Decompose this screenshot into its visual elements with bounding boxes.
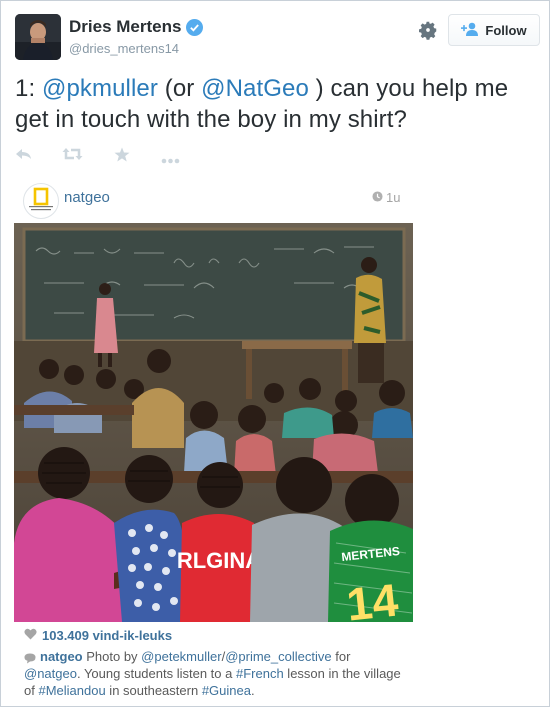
embed-time-text: 1u — [386, 190, 401, 205]
author-name[interactable]: Dries Mertens — [69, 17, 204, 37]
avatar[interactable] — [15, 14, 61, 60]
jersey-text-number: 14 — [344, 574, 401, 622]
likes-text[interactable]: 103.409 vind-ik-leuks — [42, 628, 172, 643]
tweet-card: Dries Mertens @dries_mertens14 Follow 1:… — [0, 0, 550, 707]
embed-photo[interactable]: RLGINA MERTENS 14 — [14, 223, 413, 622]
embed-time: 1u — [372, 190, 400, 205]
tweet-text: 1: @pkmuller (or @NatGeo ) can you help … — [15, 73, 540, 135]
caption-link[interactable]: #Guinea — [202, 683, 251, 698]
caption-text-segment: . Young students listen to a — [76, 666, 236, 681]
caption-text-segment: Photo by — [82, 649, 142, 664]
jersey-text-red: RLGINA — [177, 548, 261, 573]
favorite-icon[interactable] — [114, 147, 130, 167]
heart-icon — [24, 628, 37, 643]
caption-link[interactable]: @prime_collective — [225, 649, 331, 664]
retweet-icon[interactable] — [62, 147, 83, 166]
mention-link[interactable]: @NatGeo — [201, 75, 309, 102]
reply-icon[interactable] — [15, 147, 32, 166]
caption-link[interactable]: @petekmuller — [141, 649, 221, 664]
embed-caption: natgeo Photo by @petekmuller/@prime_coll… — [24, 648, 408, 699]
add-user-icon — [461, 22, 479, 39]
tweet-text-segment: (or — [157, 75, 202, 102]
caption-text-segment: . — [250, 683, 255, 698]
caption-link[interactable]: @natgeo — [24, 666, 77, 681]
natgeo-logo[interactable] — [23, 183, 59, 219]
instagram-embed[interactable]: natgeo 1u RLGINA MERTENS 14 103.409 vind… — [14, 177, 413, 702]
caption-text-segment: for — [331, 649, 351, 664]
follow-button[interactable]: Follow — [448, 14, 540, 46]
clock-icon — [372, 190, 383, 205]
tweet-text-segment: 1: — [15, 75, 42, 102]
caption-text-segment: in southeastern — [105, 683, 202, 698]
embed-username[interactable]: natgeo — [64, 189, 110, 206]
follow-label: Follow — [485, 22, 527, 38]
gear-icon[interactable] — [417, 19, 439, 41]
likes-count[interactable]: 103.409 vind-ik-leuks — [24, 628, 172, 643]
caption-link[interactable]: #Meliandou — [38, 683, 105, 698]
author-handle[interactable]: @dries_mertens14 — [69, 41, 179, 56]
caption-link[interactable]: #French — [236, 666, 284, 681]
caption-username[interactable]: natgeo — [40, 649, 83, 664]
verified-badge-icon — [186, 18, 204, 36]
author-name-text[interactable]: Dries Mertens — [69, 17, 181, 37]
more-icon[interactable] — [161, 151, 180, 169]
mention-link[interactable]: @pkmuller — [42, 75, 158, 102]
